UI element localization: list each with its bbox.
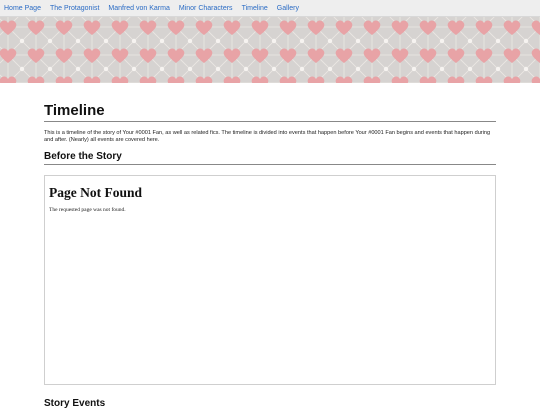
top-navigation: Home Page The Protagonist Manfred von Ka… (0, 0, 540, 17)
nav-link-protagonist[interactable]: The Protagonist (50, 0, 99, 17)
embed-error-message: The requested page was not found. (49, 207, 126, 213)
section-heading-story-events: Story Events (44, 398, 106, 409)
intro-paragraph: This is a timeline of the story of Your … (44, 130, 491, 143)
nav-link-timeline[interactable]: Timeline (242, 0, 268, 17)
nav-link-minor-characters[interactable]: Minor Characters (179, 0, 233, 17)
nav-link-manfred-von-karma[interactable]: Manfred von Karma (108, 0, 169, 17)
embed-error-title: Page Not Found (49, 185, 143, 200)
page-title: Timeline (44, 101, 496, 122)
nav-link-gallery[interactable]: Gallery (277, 0, 299, 17)
main-content: Timeline This is a timeline of the story… (44, 101, 496, 385)
section-heading-before-story: Before the Story (44, 150, 496, 165)
embedded-timeline-frame[interactable]: Page Not Found The requested page was no… (44, 175, 496, 385)
nav-link-home[interactable]: Home Page (4, 0, 41, 17)
heart-pattern-banner (0, 17, 540, 83)
